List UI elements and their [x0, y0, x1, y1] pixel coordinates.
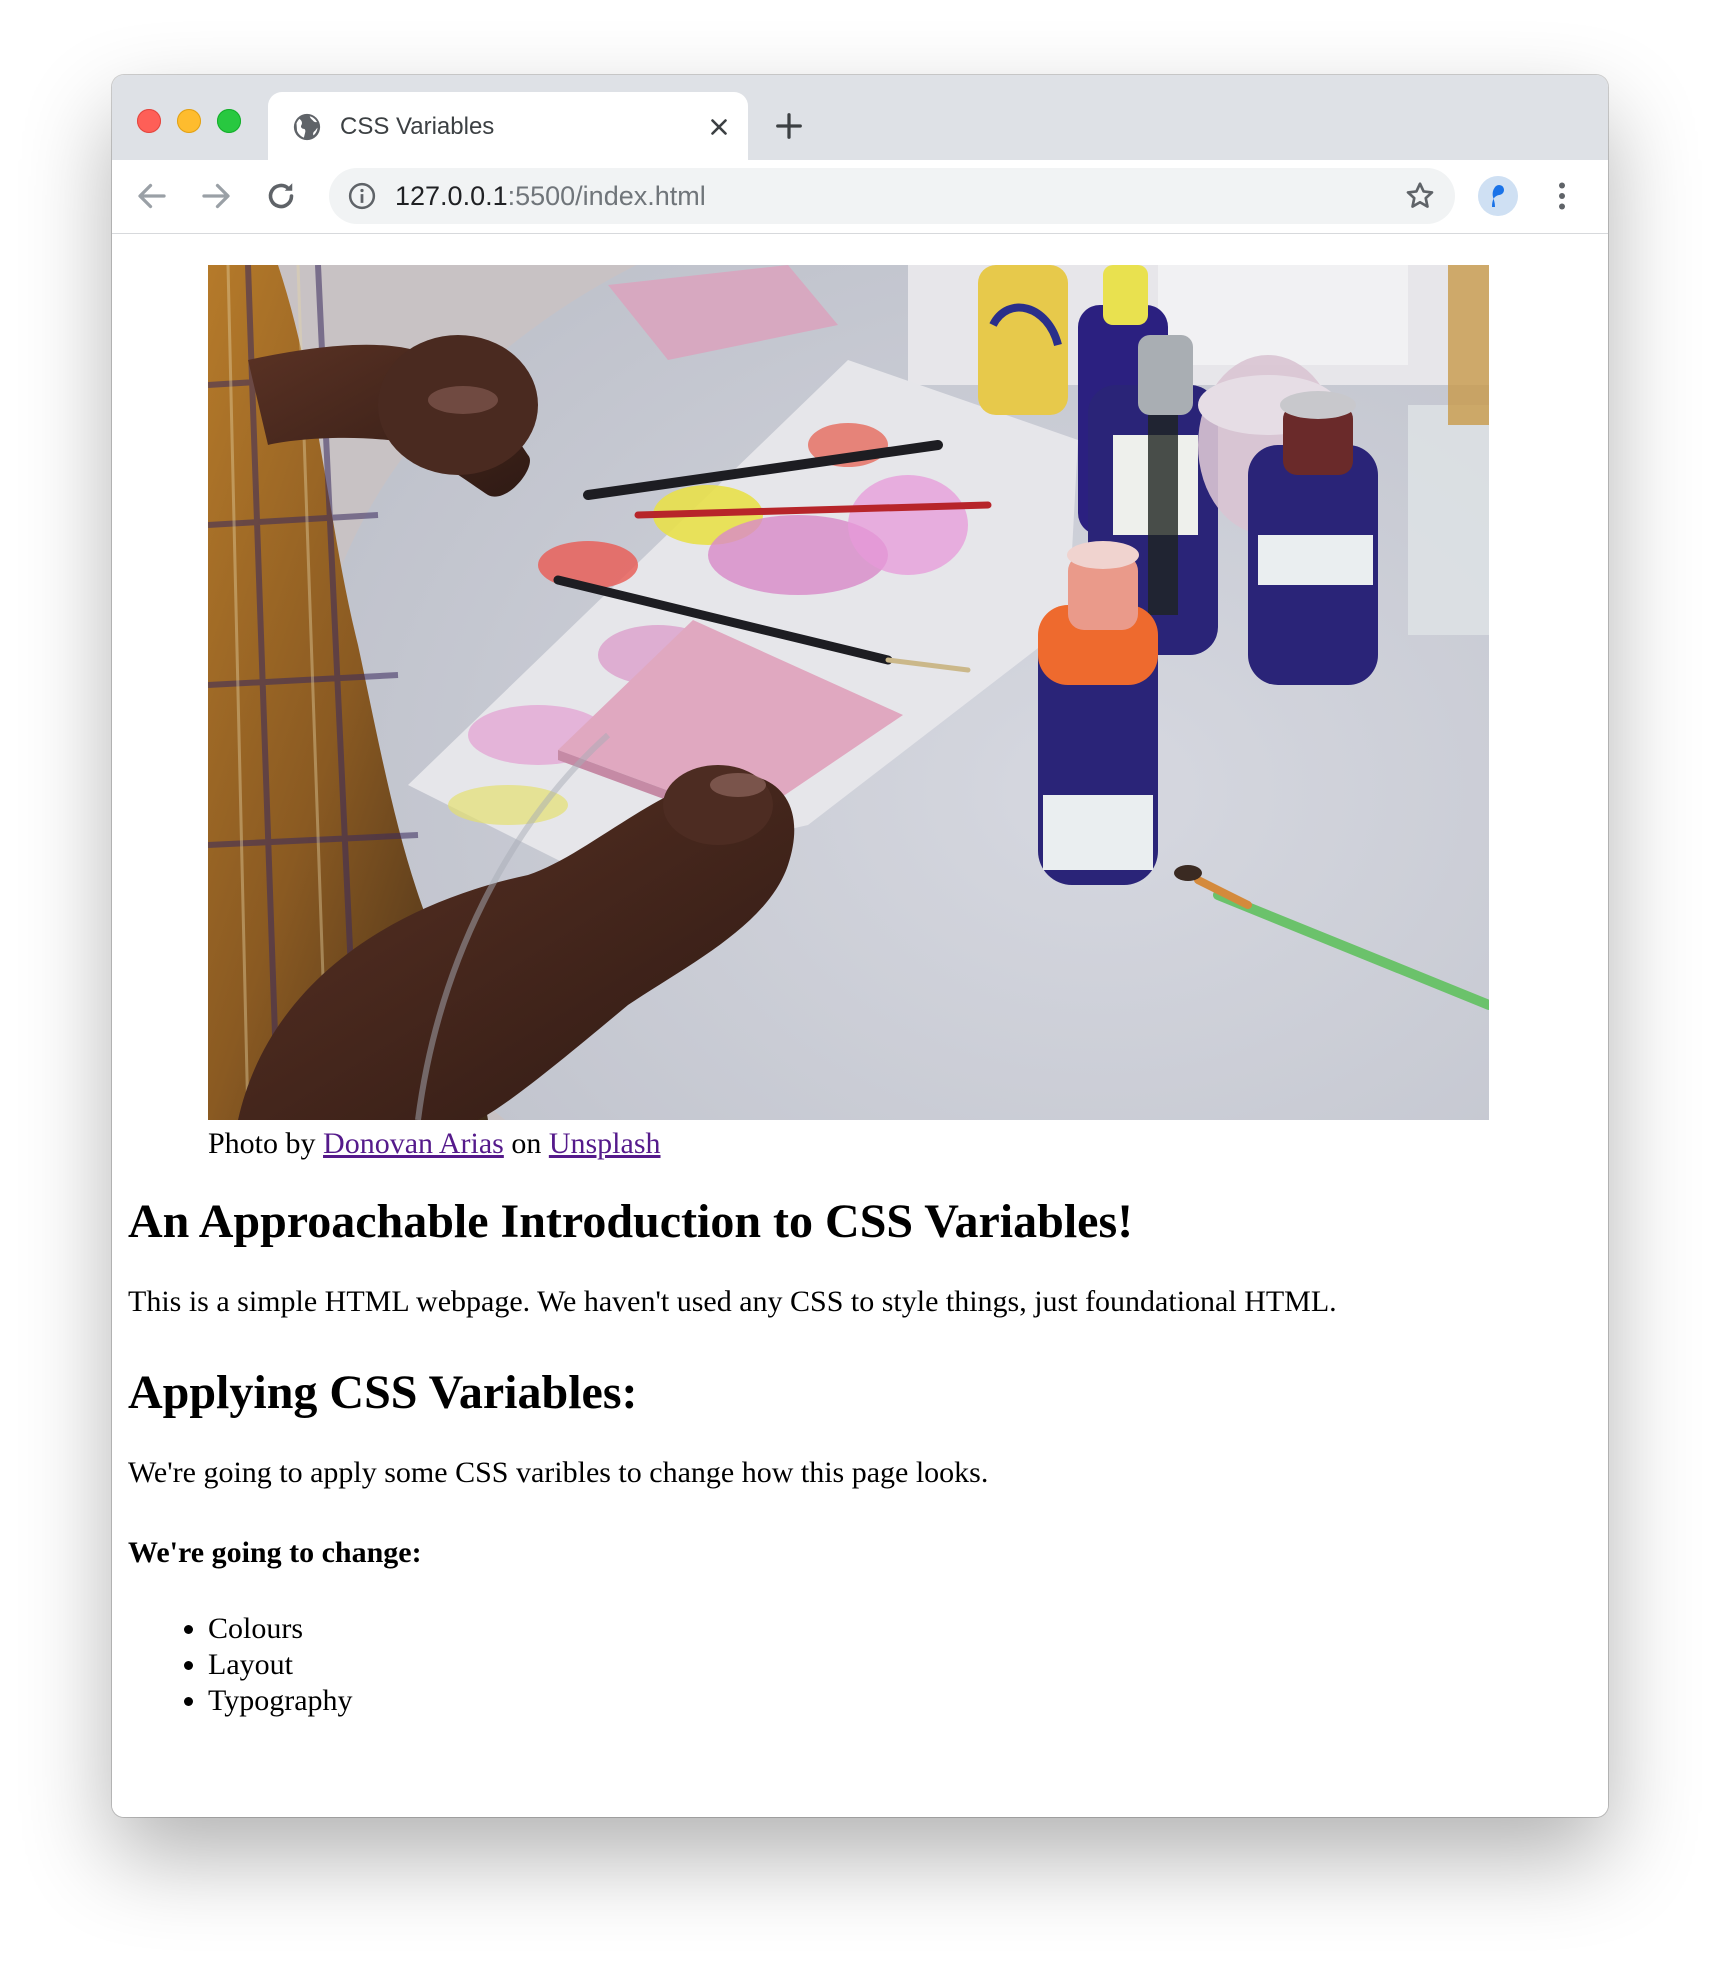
profile-icon — [1478, 176, 1518, 216]
info-icon[interactable] — [347, 181, 377, 211]
list-item: Colours — [208, 1611, 353, 1647]
change-list: Colours Layout Typography — [128, 1611, 353, 1719]
tab-css-variables[interactable]: CSS Variables — [268, 92, 748, 160]
section-heading: Applying CSS Variables: — [128, 1366, 638, 1419]
caption-prefix: Photo by — [208, 1127, 324, 1160]
author-link[interactable]: Donovan Arias — [323, 1127, 504, 1160]
hero-photo — [208, 265, 1489, 1120]
forward-arrow-icon[interactable] — [198, 178, 234, 214]
caption-middle: on — [503, 1127, 549, 1160]
page-content: Photo by Donovan Arias on Unsplash An Ap… — [112, 234, 1608, 1817]
url-host: 127.0.0.1 — [395, 181, 508, 211]
browser-toolbar: 127.0.0.1:5500/index.html — [112, 160, 1608, 234]
minimize-window-button[interactable] — [177, 109, 201, 133]
painting-table-image — [208, 265, 1489, 1120]
tab-title: CSS Variables — [340, 113, 495, 140]
url-path: :5500/index.html — [507, 181, 706, 211]
new-tab-icon[interactable] — [774, 111, 804, 141]
address-bar[interactable]: 127.0.0.1:5500/index.html — [329, 168, 1455, 224]
close-window-button[interactable] — [137, 109, 161, 133]
tab-strip: CSS Variables — [112, 75, 1608, 160]
browser-window: CSS Variables 127.0.0.1:5500/index.html … — [112, 75, 1608, 1817]
main-heading: An Approachable Introduction to CSS Vari… — [128, 1195, 1134, 1248]
list-item: Typography — [208, 1683, 353, 1719]
url-text[interactable]: 127.0.0.1:5500/index.html — [395, 180, 706, 212]
photo-caption: Photo by Donovan Arias on Unsplash — [208, 1124, 661, 1164]
unsplash-link[interactable]: Unsplash — [549, 1127, 661, 1160]
back-arrow-icon[interactable] — [134, 178, 170, 214]
section-paragraph: We're going to apply some CSS varibles t… — [128, 1456, 989, 1489]
star-icon[interactable] — [1404, 180, 1436, 212]
kebab-menu-icon[interactable] — [1544, 178, 1580, 214]
intro-paragraph: This is a simple HTML webpage. We haven'… — [128, 1285, 1337, 1318]
avatar[interactable] — [1478, 176, 1518, 216]
close-tab-icon[interactable] — [706, 114, 732, 140]
globe-icon — [293, 113, 321, 141]
change-label: We're going to change: — [128, 1536, 422, 1569]
zoom-window-button[interactable] — [217, 109, 241, 133]
list-item: Layout — [208, 1647, 353, 1683]
reload-icon[interactable] — [263, 178, 299, 214]
